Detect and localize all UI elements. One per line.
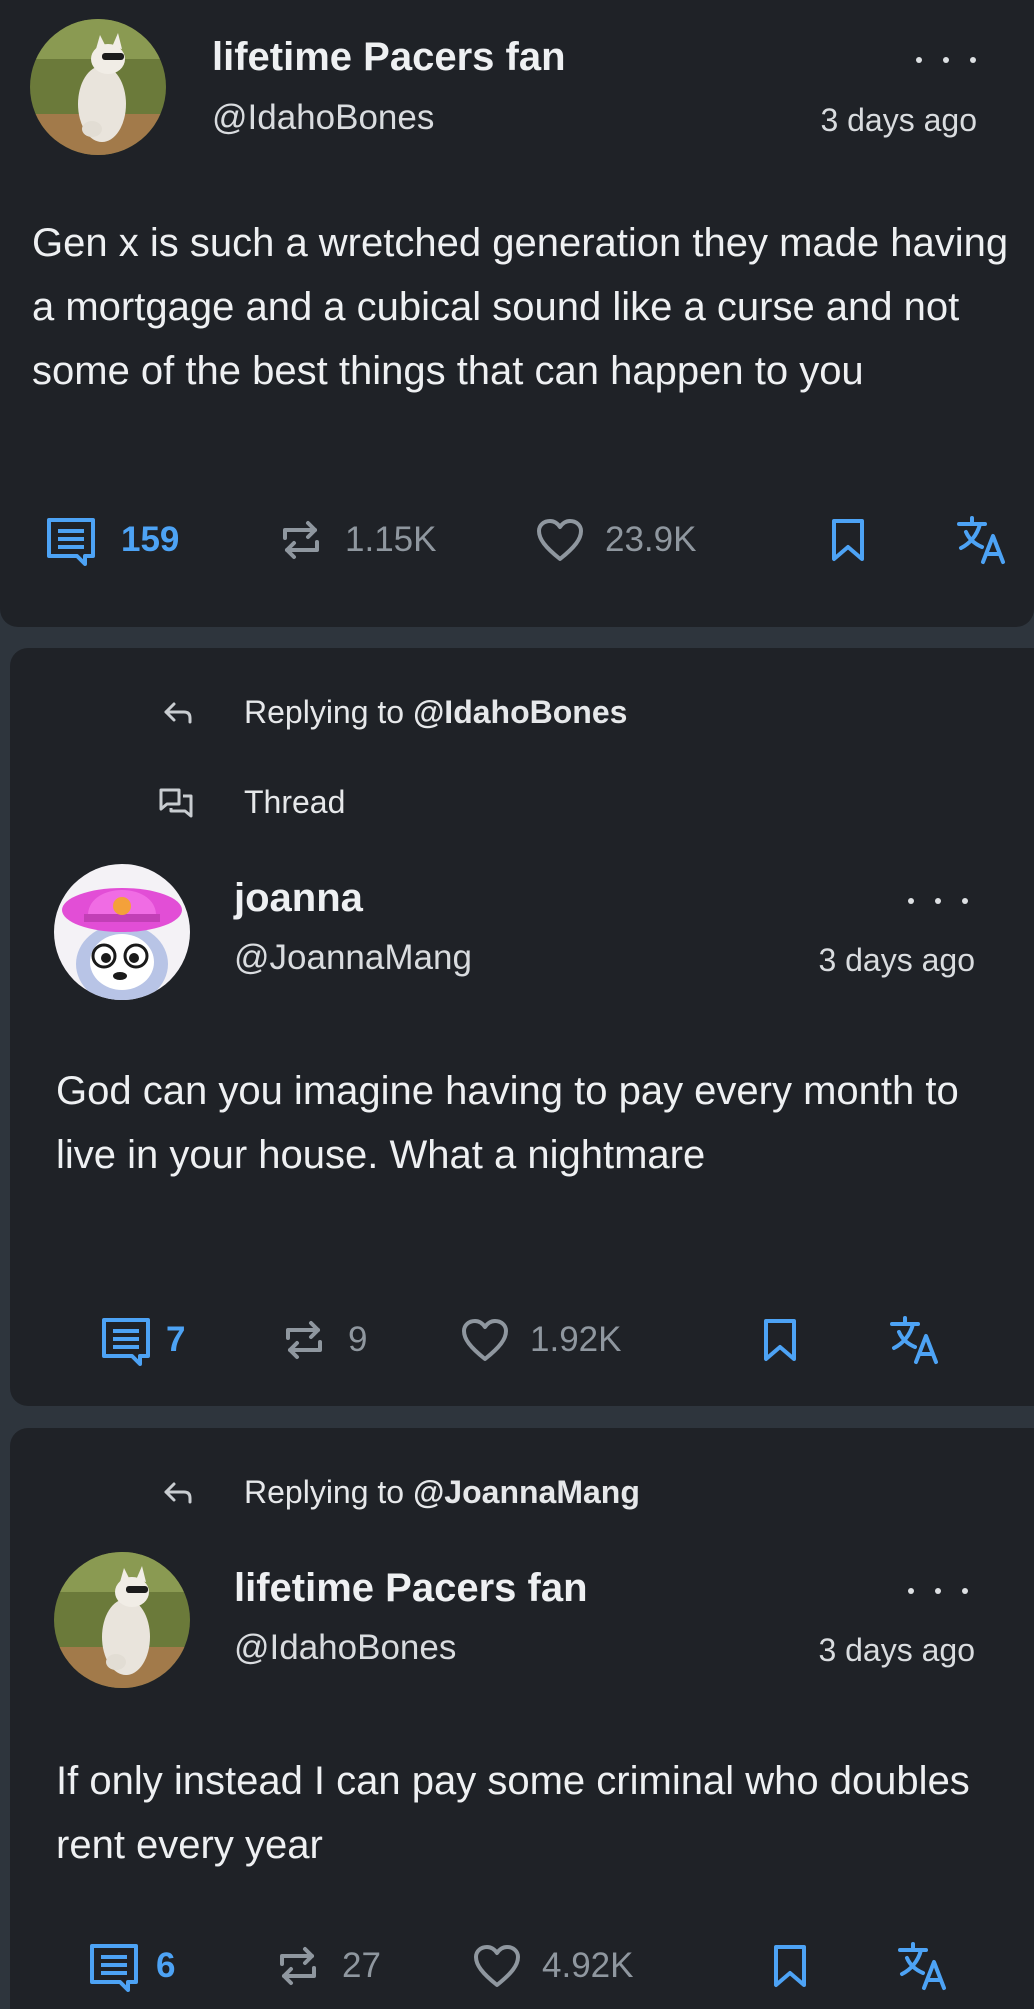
replying-label: Replying to (244, 694, 405, 730)
thread-link[interactable]: Thread (158, 784, 345, 821)
replying-to-line: Replying to @IdahoBones (160, 694, 627, 731)
author-name[interactable]: lifetime Pacers fan (234, 1566, 588, 1611)
comment-icon (47, 518, 95, 566)
post-actions: 159 1.15K 23.9K (45, 510, 1015, 570)
author-name[interactable]: joanna (234, 876, 363, 921)
repost-icon (283, 521, 319, 559)
bookmark-icon (774, 1945, 806, 1987)
translate-button[interactable] (955, 510, 1011, 570)
repost-count: 9 (348, 1320, 368, 1359)
author-avatar[interactable] (30, 19, 166, 155)
replying-to-line: Replying to @JoannaMang (160, 1474, 640, 1511)
post-text: If only instead I can pay some criminal … (56, 1759, 970, 1867)
post-timestamp: 3 days ago (818, 942, 975, 978)
reply-count: 159 (121, 520, 180, 559)
post-card[interactable]: lifetime Pacers fan @IdahoBones 3 days a… (0, 0, 1034, 627)
timeline: lifetime Pacers fan @IdahoBones 3 days a… (0, 0, 1034, 2009)
reply-count: 7 (166, 1320, 186, 1359)
repost-count: 27 (342, 1946, 381, 1985)
author-avatar[interactable] (54, 1552, 190, 1688)
like-button[interactable]: 23.9K (535, 510, 696, 570)
like-count: 4.92K (542, 1946, 634, 1985)
comment-icon (90, 1944, 138, 1992)
more-options-icon[interactable] (908, 1576, 968, 1606)
translate-button[interactable] (896, 1936, 952, 1996)
like-count: 1.92K (530, 1320, 622, 1359)
post-card[interactable]: Replying to @JoannaMang lifetime Pacers … (10, 1428, 1034, 2009)
author-name[interactable]: lifetime Pacers fan (212, 35, 566, 80)
bookmark-button[interactable] (772, 1936, 808, 1996)
post-timestamp: 3 days ago (820, 102, 977, 138)
comment-icon (102, 1318, 150, 1366)
post-text: God can you imagine having to pay every … (56, 1069, 959, 1177)
more-options-icon[interactable] (916, 45, 976, 75)
like-count: 23.9K (605, 520, 697, 559)
thread-label: Thread (244, 784, 346, 820)
bookmark-icon (764, 1319, 796, 1361)
author-handle[interactable]: @IdahoBones (212, 98, 434, 138)
heart-icon (537, 519, 583, 561)
translate-icon (957, 516, 1005, 564)
translate-icon (890, 1316, 938, 1364)
post-text: Gen x is such a wretched generation they… (32, 221, 1009, 393)
translate-button[interactable] (888, 1310, 944, 1370)
more-options-icon[interactable] (908, 886, 968, 916)
reply-arrow-icon (164, 1482, 192, 1503)
repost-button[interactable]: 9 (280, 1310, 367, 1370)
bookmark-button[interactable] (762, 1310, 798, 1370)
reply-arrow-icon (164, 702, 192, 723)
bookmark-button[interactable] (830, 510, 866, 570)
thread-icon (159, 788, 193, 817)
repost-button[interactable]: 1.15K (277, 510, 436, 570)
post-actions: 6 27 4.92K (88, 1936, 988, 1996)
repost-icon (280, 1947, 316, 1985)
post-actions: 7 9 1.92K (100, 1310, 980, 1370)
author-avatar[interactable] (54, 864, 190, 1000)
repost-count: 1.15K (345, 520, 437, 559)
repost-button[interactable]: 27 (274, 1936, 381, 1996)
replying-to-handle[interactable]: @IdahoBones (413, 694, 627, 731)
reply-count: 6 (156, 1946, 176, 1985)
bookmark-icon (832, 519, 864, 561)
post-card[interactable]: Replying to @IdahoBones Thread joanna @J… (10, 648, 1034, 1406)
author-handle[interactable]: @IdahoBones (234, 1628, 456, 1668)
comment-button[interactable]: 159 (45, 510, 179, 570)
author-handle[interactable]: @JoannaMang (234, 938, 472, 978)
replying-label: Replying to (244, 1474, 405, 1510)
repost-icon (286, 1321, 322, 1359)
like-button[interactable]: 4.92K (472, 1936, 633, 1996)
heart-icon (474, 1945, 520, 1987)
like-button[interactable]: 1.92K (460, 1310, 621, 1370)
replying-to-handle[interactable]: @JoannaMang (413, 1474, 640, 1511)
comment-button[interactable]: 6 (88, 1936, 175, 1996)
post-timestamp: 3 days ago (818, 1632, 975, 1668)
heart-icon (462, 1319, 508, 1361)
comment-button[interactable]: 7 (100, 1310, 185, 1370)
translate-icon (898, 1942, 946, 1990)
